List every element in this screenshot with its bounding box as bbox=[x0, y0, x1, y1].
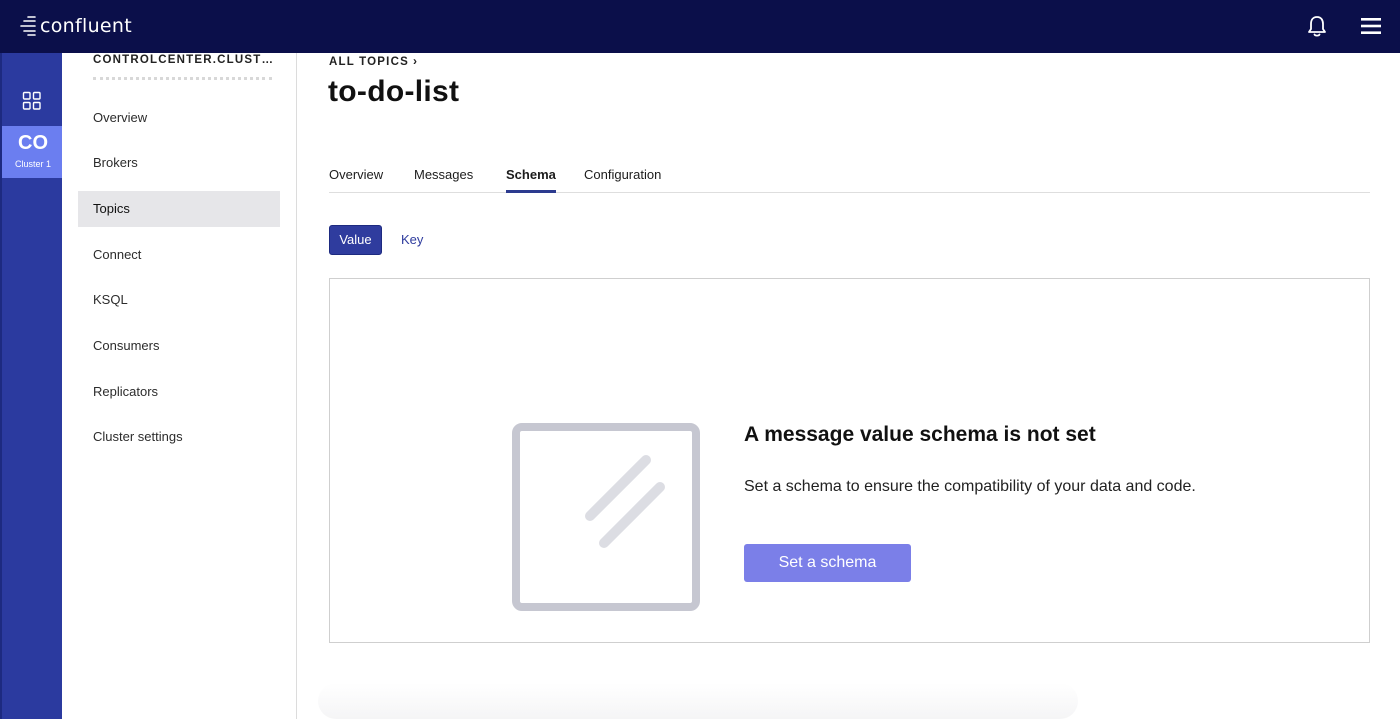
tab-messages[interactable]: Messages bbox=[414, 167, 473, 193]
tab-overview[interactable]: Overview bbox=[329, 167, 383, 193]
empty-schema-illustration bbox=[512, 423, 700, 611]
cluster-switcher[interactable]: CO Cluster 1 bbox=[2, 126, 64, 178]
page-title: to-do-list bbox=[328, 75, 460, 108]
sidebar-item-ksql[interactable]: KSQL bbox=[78, 282, 280, 318]
divider bbox=[93, 77, 272, 80]
sidebar-item-consumers[interactable]: Consumers bbox=[78, 328, 280, 364]
confluent-logo[interactable]: confluent bbox=[20, 12, 132, 40]
sidebar-item-replicators[interactable]: Replicators bbox=[78, 374, 280, 410]
set-schema-button[interactable]: Set a schema bbox=[744, 544, 911, 582]
cluster-abbr: CO bbox=[18, 132, 48, 154]
cluster-label: Cluster 1 bbox=[14, 159, 51, 169]
empty-state-heading: A message value schema is not set bbox=[744, 423, 1096, 446]
sidebar-item-connect[interactable]: Connect bbox=[78, 237, 280, 273]
grid-icon[interactable] bbox=[22, 91, 42, 111]
brand-name: confluent bbox=[40, 15, 133, 37]
sidebar-item-cluster-settings[interactable]: Cluster settings bbox=[78, 419, 280, 455]
key-schema-toggle[interactable]: Key bbox=[401, 225, 423, 255]
tab-configuration[interactable]: Configuration bbox=[584, 167, 661, 193]
cluster-name: CONTROLCENTER.CLUST… bbox=[93, 54, 273, 66]
top-bar: confluent bbox=[0, 0, 1400, 53]
tab-schema[interactable]: Schema bbox=[506, 167, 556, 193]
sidebar-item-topics[interactable]: Topics bbox=[78, 191, 280, 227]
empty-state-description: Set a schema to ensure the compatibility… bbox=[744, 478, 1196, 495]
sidebar: CONTROLCENTER.CLUST… Overview Brokers To… bbox=[62, 53, 297, 719]
schema-empty-panel: A message value schema is not set Set a … bbox=[329, 278, 1370, 643]
value-schema-toggle[interactable]: Value bbox=[329, 225, 382, 255]
breadcrumb-all-topics[interactable]: ALL TOPICS bbox=[329, 56, 409, 68]
topic-tabs: Overview Messages Schema Configuration bbox=[329, 165, 1370, 193]
chevron-right-icon: › bbox=[412, 54, 419, 68]
bottom-shadow bbox=[318, 683, 1078, 719]
bell-icon[interactable] bbox=[1306, 14, 1328, 38]
left-rail: CO Cluster 1 bbox=[0, 53, 64, 719]
sidebar-item-brokers[interactable]: Brokers bbox=[78, 145, 280, 181]
breadcrumb[interactable]: ALL TOPICS › bbox=[329, 54, 418, 68]
confluent-logo-icon bbox=[20, 16, 36, 36]
sidebar-item-overview[interactable]: Overview bbox=[78, 100, 280, 136]
hamburger-menu-icon[interactable] bbox=[1360, 16, 1382, 36]
main-content: ALL TOPICS › to-do-list Overview Messages… bbox=[298, 53, 1400, 719]
